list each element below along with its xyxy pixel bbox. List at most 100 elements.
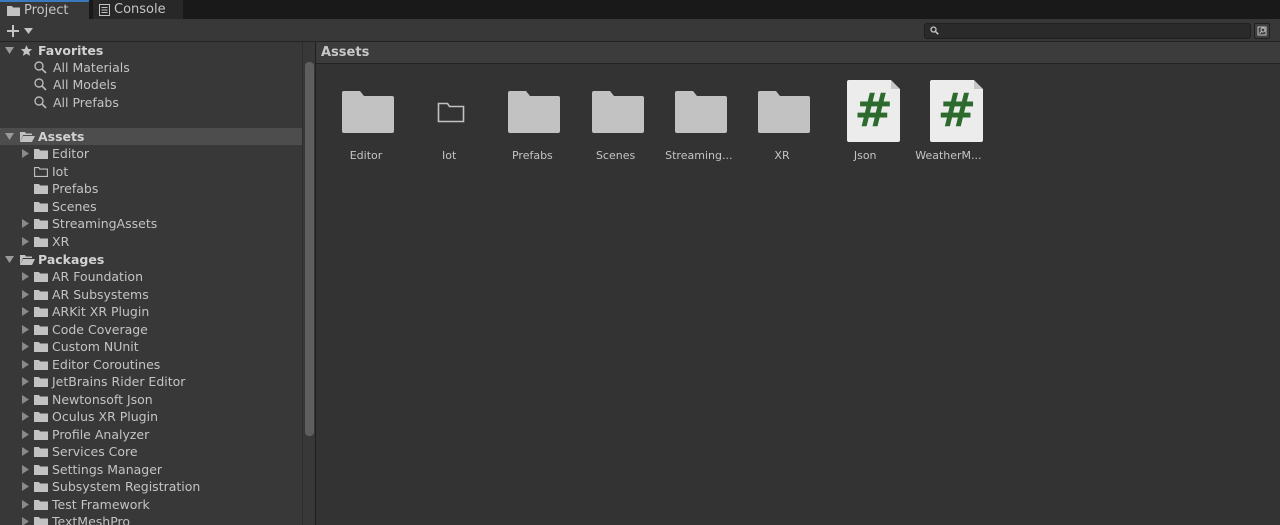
expand-arrow-icon[interactable] — [20, 219, 30, 229]
expand-arrow-icon[interactable] — [4, 46, 14, 56]
expand-arrow-icon[interactable] — [4, 255, 14, 265]
asset-item[interactable]: Scenes — [574, 80, 658, 170]
asset-grid[interactable]: Editor Iot Prefabs Scenes Streaming... XR # Jso… — [316, 64, 1280, 525]
package-item[interactable]: Custom NUnit — [0, 338, 302, 355]
tree-item[interactable]: StreamingAssets — [0, 215, 302, 232]
tree-item[interactable]: Iot — [0, 163, 302, 180]
folder-icon — [506, 80, 562, 144]
folder-icon — [34, 324, 48, 335]
package-item[interactable]: JetBrains Rider Editor — [0, 373, 302, 390]
expand-arrow-icon[interactable] — [20, 149, 30, 159]
csharp-script-icon: # — [847, 80, 901, 142]
package-item[interactable]: Test Framework — [0, 496, 302, 513]
console-icon — [99, 3, 110, 16]
expand-arrow-icon[interactable] — [20, 447, 30, 457]
asset-label: WeatherM... — [915, 149, 982, 162]
folder-icon — [34, 306, 48, 317]
package-item[interactable]: Profile Analyzer — [0, 426, 302, 443]
expand-arrow-icon[interactable] — [20, 517, 30, 525]
expand-arrow-icon[interactable] — [20, 377, 30, 387]
add-asset-button[interactable] — [6, 22, 36, 39]
package-item[interactable]: ARKit XR Plugin — [0, 303, 302, 320]
tree-label: Scenes — [52, 198, 97, 214]
package-item[interactable]: TextMeshPro — [0, 513, 302, 525]
tab-console[interactable]: Console — [93, 0, 183, 19]
tree-section-assets[interactable]: Assets — [0, 128, 302, 145]
chevron-down-icon — [24, 27, 33, 34]
expand-arrow-icon[interactable] — [20, 464, 30, 474]
asset-label: Editor — [349, 149, 383, 162]
tree-label: JetBrains Rider Editor — [52, 374, 186, 389]
tree-label: ARKit XR Plugin — [52, 304, 150, 319]
tree-item[interactable]: Scenes — [0, 198, 302, 215]
folder-open-icon — [20, 254, 35, 266]
asset-label: XR — [774, 149, 790, 162]
favorite-item-all-materials[interactable]: All Materials — [0, 59, 302, 76]
tree-label: Prefabs — [52, 181, 99, 196]
breadcrumb-assets[interactable]: Assets — [321, 45, 369, 60]
folder-icon — [34, 148, 48, 159]
filter-search-icon — [1257, 26, 1267, 36]
expand-arrow-icon[interactable] — [20, 342, 30, 352]
expand-arrow-icon[interactable] — [20, 429, 30, 439]
expand-arrow-icon[interactable] — [20, 412, 30, 422]
expand-arrow-icon[interactable] — [20, 499, 30, 509]
tree-label: Packages — [38, 252, 105, 267]
tree-scrollbar[interactable] — [302, 42, 315, 525]
scrollbar-thumb[interactable] — [305, 62, 314, 436]
package-item[interactable]: Oculus XR Plugin — [0, 408, 302, 425]
package-item[interactable]: AR Subsystems — [0, 286, 302, 303]
tab-bar: Project Console — [0, 0, 1280, 19]
package-item[interactable]: Editor Coroutines — [0, 356, 302, 373]
asset-item[interactable]: Editor — [324, 80, 408, 170]
asset-item[interactable]: # Json — [823, 80, 907, 170]
folder-icon — [34, 446, 48, 457]
folder-icon — [34, 218, 48, 229]
expand-arrow-icon[interactable] — [20, 289, 30, 299]
tree-label: Services Core — [52, 444, 138, 459]
tree-label: TextMeshPro — [52, 514, 131, 525]
empty-folder-icon — [34, 166, 48, 177]
asset-item[interactable]: Iot — [407, 80, 491, 170]
expand-arrow-icon[interactable] — [20, 236, 30, 246]
tree-section-favorites[interactable]: Favorites — [0, 42, 302, 59]
tree-label: Assets — [38, 129, 85, 144]
package-item[interactable]: AR Foundation — [0, 268, 302, 285]
search-icon — [34, 78, 47, 91]
tree-item[interactable]: Prefabs — [0, 180, 302, 197]
package-item[interactable]: Code Coverage — [0, 321, 302, 338]
asset-item[interactable]: XR — [740, 80, 824, 170]
tab-label: Console — [114, 2, 166, 17]
expand-arrow-icon[interactable] — [20, 482, 30, 492]
favorite-item-all-prefabs[interactable]: All Prefabs — [0, 94, 302, 111]
tree-item[interactable]: Editor — [0, 145, 302, 162]
asset-item[interactable]: # WeatherM... — [906, 80, 990, 170]
expand-arrow-icon[interactable] — [20, 359, 30, 369]
tree-label: All Models — [53, 77, 117, 92]
expand-arrow-icon[interactable] — [20, 324, 30, 334]
expand-arrow-icon[interactable] — [20, 394, 30, 404]
search-by-type-button[interactable] — [1254, 23, 1270, 39]
project-tree[interactable]: Favorites All Materials All Models All P… — [0, 42, 302, 525]
search-icon — [34, 61, 47, 74]
package-item[interactable]: Settings Manager — [0, 461, 302, 478]
asset-item[interactable]: Prefabs — [490, 80, 574, 170]
tree-item[interactable]: XR — [0, 233, 302, 250]
search-input[interactable] — [924, 23, 1251, 39]
package-item[interactable]: Services Core — [0, 443, 302, 460]
package-item[interactable]: Subsystem Registration — [0, 478, 302, 495]
tree-label: Editor Coroutines — [52, 356, 161, 372]
tab-project[interactable]: Project — [0, 0, 89, 19]
expand-arrow-icon[interactable] — [4, 132, 14, 142]
folder-icon — [34, 359, 48, 370]
expand-arrow-icon[interactable] — [20, 272, 30, 282]
expand-arrow-icon[interactable] — [20, 307, 30, 317]
folder-icon — [34, 394, 48, 405]
folder-icon — [34, 411, 48, 422]
favorite-item-all-models[interactable]: All Models — [0, 76, 302, 93]
asset-breadcrumb: Assets — [316, 42, 1280, 64]
package-item[interactable]: Newtonsoft Json — [0, 391, 302, 408]
folder-icon — [34, 183, 48, 194]
asset-item[interactable]: Streaming... — [657, 80, 741, 170]
tree-section-packages[interactable]: Packages — [0, 251, 302, 268]
